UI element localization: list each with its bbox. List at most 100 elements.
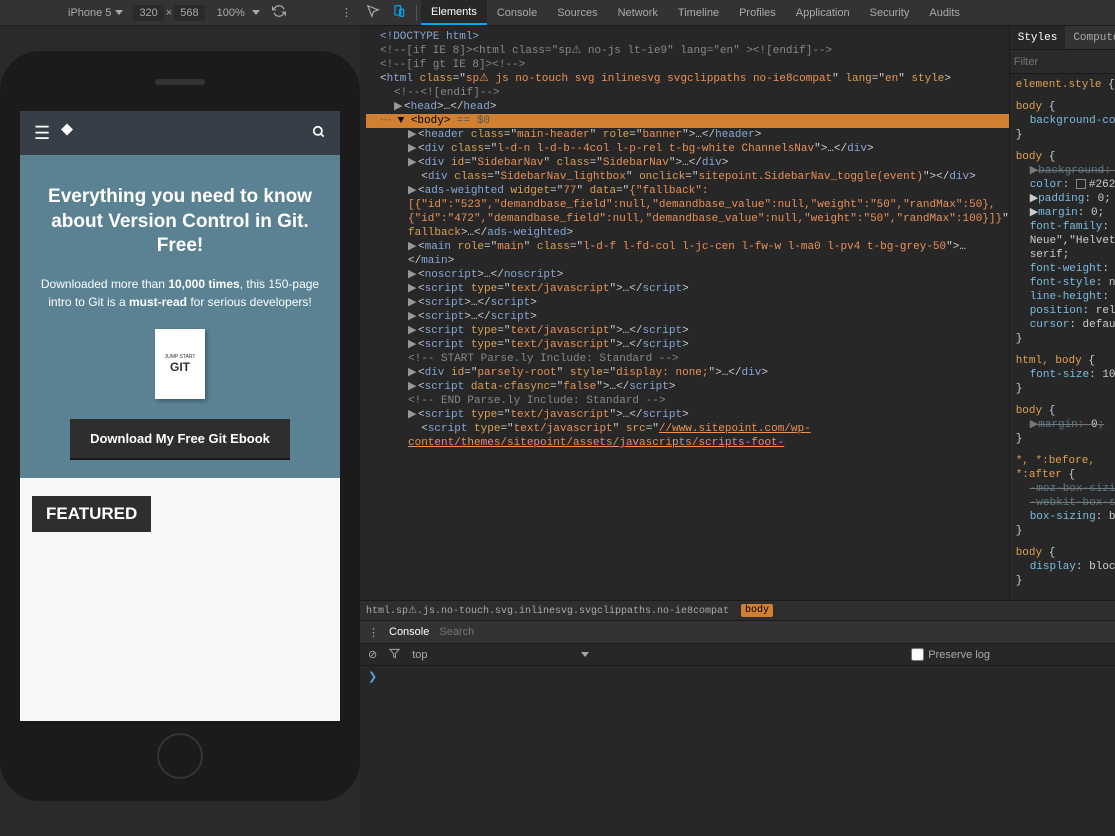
kebab-menu-icon[interactable]: ⋮ [341, 6, 352, 19]
css-property[interactable]: ▶padding: 0; [1016, 192, 1115, 206]
dom-node[interactable]: <script type="text/javascript" src="//ww… [366, 422, 1009, 450]
device-name: iPhone 5 [68, 7, 111, 19]
breadcrumb-item-selected[interactable]: body [741, 604, 773, 617]
expand-icon[interactable]: ▶ [394, 100, 402, 114]
dom-node[interactable]: ▶<head>…</head> [366, 100, 1009, 114]
css-property[interactable]: line-height: 1; [1016, 290, 1115, 304]
css-property[interactable]: font-style: normal; [1016, 276, 1115, 290]
dom-node[interactable]: ▶<header class="main-header" role="banne… [366, 128, 1009, 142]
dom-node[interactable]: ▶<script type="text/javascript">…</scrip… [366, 408, 1009, 422]
preserve-log-checkbox[interactable]: Preserve log [911, 648, 990, 661]
tab-network[interactable]: Network [608, 0, 668, 25]
dom-node[interactable]: <!--<![endif]--> [366, 86, 1009, 100]
dom-node[interactable]: ▶<div id="parsely-root" style="display: … [366, 366, 1009, 380]
height-input[interactable]: 568 [174, 5, 204, 21]
tab-profiles[interactable]: Profiles [729, 0, 786, 25]
console-body[interactable]: ❯ [360, 666, 1115, 836]
dom-node[interactable]: ▶<script type="text/javascript">…</scrip… [366, 282, 1009, 296]
divider [416, 5, 417, 21]
dom-node[interactable]: ▶<ads-weighted widget="77" data="{"fallb… [366, 184, 1009, 240]
search-icon[interactable] [312, 125, 326, 142]
styles-filter-bar: :hov .cls + [1010, 50, 1115, 74]
tab-timeline[interactable]: Timeline [668, 0, 729, 25]
filter-icon[interactable] [389, 648, 400, 662]
css-property[interactable]: font-family: "Roboto","Helvetica Neue","… [1016, 220, 1115, 262]
css-property[interactable]: background-color: #f7f7f7; [1016, 114, 1115, 128]
dom-node[interactable]: <html class="sp⚠ js no-touch svg inlines… [366, 72, 1009, 86]
dom-node[interactable]: <!--[if gt IE 8]><!--> [366, 58, 1009, 72]
hamburger-icon[interactable]: ☰ [34, 123, 50, 144]
tab-styles[interactable]: Styles [1010, 26, 1066, 49]
css-rule[interactable]: styles-8f4be41….ss?ver=4.4.2:1body {▶mar… [1016, 404, 1115, 446]
devtools-main: <!DOCTYPE html> <!--[if IE 8]><html clas… [360, 26, 1115, 600]
dom-node[interactable]: ▶<script type="text/javascript">…</scrip… [366, 338, 1009, 352]
dom-node[interactable]: ▶<script data-cfasync="false">…</script> [366, 380, 1009, 394]
css-property[interactable]: ▶background: #f7f7f7; [1016, 164, 1115, 178]
kebab-menu-icon[interactable]: ⋮ [368, 626, 379, 639]
console-toolbar: ⊘ top Preserve log [360, 644, 1115, 666]
css-property[interactable]: cursor: default; [1016, 318, 1115, 332]
css-rule[interactable]: styles-8f4be41….ss?ver=4.4.2:1body {back… [1016, 100, 1115, 142]
css-property[interactable]: -moz-box-sizing: border-box; [1016, 482, 1115, 496]
dom-node[interactable]: ▶<script>…</script> [366, 296, 1009, 310]
css-rule[interactable]: styles-8f4be41….ss?ver=4.4.2:1html, body… [1016, 354, 1115, 396]
console-label[interactable]: Console [389, 626, 429, 638]
dom-node[interactable]: <!DOCTYPE html> [366, 30, 1009, 44]
css-property[interactable]: color: #262626; [1016, 178, 1115, 192]
css-rule[interactable]: styles-8f4be41….ss?ver=4.4.2:1body {▶bac… [1016, 150, 1115, 346]
dom-node[interactable]: ▶<script type="text/javascript">…</scrip… [366, 324, 1009, 338]
dom-node[interactable]: ▶<div id="SidebarNav" class="SidebarNav"… [366, 156, 1009, 170]
dom-node-selected[interactable]: ⋯ ▼ <body> == $0 [366, 114, 1009, 128]
dom-node[interactable]: <!--[if IE 8]><html class="sp⚠ no-js lt-… [366, 44, 1009, 58]
dom-node[interactable]: ▶<noscript>…</noscript> [366, 268, 1009, 282]
dom-node[interactable]: ▶<div class="l-d-n l-d-b--4col l-p-rel t… [366, 142, 1009, 156]
logo-icon[interactable] [58, 122, 76, 145]
width-input[interactable]: 320 [133, 5, 163, 21]
preserve-log-input[interactable] [911, 648, 924, 661]
chevron-down-icon [581, 652, 589, 657]
tab-security[interactable]: Security [860, 0, 920, 25]
tab-sources[interactable]: Sources [547, 0, 607, 25]
rotate-icon[interactable] [272, 4, 286, 21]
css-property[interactable]: font-weight: 400; [1016, 262, 1115, 276]
dom-node[interactable]: ▶<script>…</script> [366, 310, 1009, 324]
tab-application[interactable]: Application [786, 0, 860, 25]
elements-breadcrumb[interactable]: html.sp⚠.js.no-touch.svg.inlinesvg.svgcl… [360, 600, 1115, 620]
zoom-selector[interactable]: 100% [217, 7, 260, 19]
dom-node[interactable]: <!-- START Parse.ly Include: Standard --… [366, 352, 1009, 366]
hero-title: Everything you need to know about Versio… [40, 185, 320, 259]
styles-filter-input[interactable] [1014, 56, 1115, 68]
clear-console-icon[interactable]: ⊘ [368, 648, 377, 661]
hero-subtitle: Downloaded more than 10,000 times, this … [40, 275, 320, 311]
css-property[interactable]: box-sizing: border-box; [1016, 510, 1115, 524]
css-property[interactable]: position: relative; [1016, 304, 1115, 318]
tab-elements[interactable]: Elements [421, 0, 487, 25]
dom-node[interactable]: <!-- END Parse.ly Include: Standard --> [366, 394, 1009, 408]
device-selector[interactable]: iPhone 5 [68, 7, 123, 19]
styles-body[interactable]: element.style {} styles-8f4be41….ss?ver=4… [1010, 74, 1115, 600]
css-property[interactable]: ▶margin: 0; [1016, 206, 1115, 220]
styles-tabs: Styles Computed Event Listeners » [1010, 26, 1115, 50]
breadcrumb-item[interactable]: html.sp⚠.js.no-touch.svg.inlinesvg.svgcl… [366, 605, 729, 617]
phone-stage: ☰ Everything you need to know about Vers… [0, 26, 360, 836]
tab-computed[interactable]: Computed [1065, 26, 1115, 49]
tab-audits[interactable]: Audits [919, 0, 970, 25]
dom-node[interactable]: ▶<main role="main" class="l-d-f l-fd-col… [366, 240, 1009, 268]
frame-selector[interactable]: top [412, 649, 588, 661]
css-property[interactable]: -webkit-box-sizing: border-box; [1016, 496, 1115, 510]
console-search-input[interactable] [439, 626, 1115, 638]
inspect-icon[interactable] [360, 4, 386, 21]
tab-console[interactable]: Console [487, 0, 547, 25]
console-prompt: ❯ [368, 672, 377, 684]
chevron-down-icon [115, 10, 123, 15]
css-rule[interactable]: user agent stylesheetbody {display: bloc… [1016, 546, 1115, 588]
css-property[interactable]: font-size: 100%; [1016, 368, 1115, 382]
css-property[interactable]: display: block; [1016, 560, 1115, 574]
css-property[interactable]: ▶margin: 0; [1016, 418, 1115, 432]
css-rule[interactable]: styles-8f4be41….ss?ver=4.4.2:1*, *:befor… [1016, 454, 1115, 538]
device-mode-icon[interactable] [386, 4, 412, 21]
download-ebook-button[interactable]: Download My Free Git Ebook [70, 419, 290, 458]
elements-tree[interactable]: <!DOCTYPE html> <!--[if IE 8]><html clas… [360, 26, 1009, 600]
dom-node[interactable]: <div class="SidebarNav_lightbox" onclick… [366, 170, 1009, 184]
css-rule[interactable]: element.style {} [1016, 78, 1115, 92]
